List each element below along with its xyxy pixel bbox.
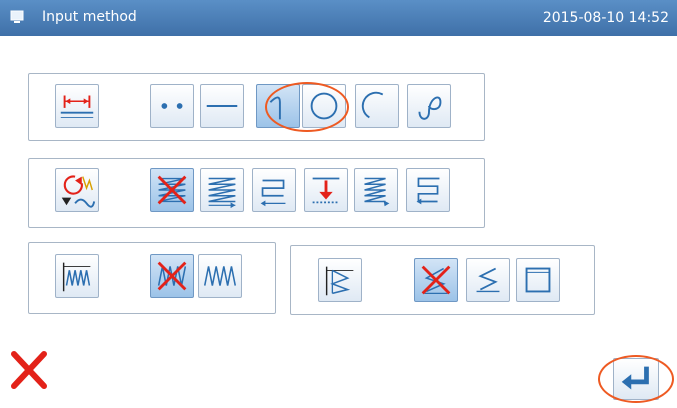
curve-arc-icon [361,91,384,119]
edge-option-none[interactable] [414,258,458,302]
shape-option-point[interactable] [150,84,194,128]
fill-option-down-arrow[interactable] [304,168,348,212]
zigzag-option-zigzag[interactable] [198,254,242,298]
return-fill-icon [416,177,440,205]
point-icon [161,103,183,109]
dimension-measure-icon [60,95,94,118]
cancel-button[interactable] [8,348,50,392]
edge-header-button[interactable] [318,258,362,302]
s-curve-icon [418,96,442,120]
shape-option-curve-arc[interactable] [355,84,399,128]
dimension-measure-button[interactable] [55,84,99,128]
edge-header-icon [325,266,354,296]
fill-option-none[interactable] [150,168,194,212]
no-zigzag-icon [157,261,187,291]
fill-option-diagonal[interactable] [354,168,398,212]
zigzag-header-button[interactable] [55,254,99,298]
shape-option-s-curve[interactable] [407,84,451,128]
edge-zigzag-icon [476,267,500,293]
diagonal-fill-icon [364,177,390,207]
edge-option-zigzag[interactable] [466,258,510,302]
highlight-ring-shape [265,82,349,132]
square-edge-icon [525,267,551,293]
fill-option-back[interactable] [252,168,296,212]
no-fill-icon [157,175,187,205]
down-arrow-fill-icon [312,177,340,204]
back-fill-icon [260,179,286,207]
fill-option-zigzag[interactable] [200,168,244,212]
zigzag-header-icon [62,262,91,292]
edge-option-square[interactable] [516,258,560,302]
window-title: Input method [42,9,137,25]
shape-option-line[interactable] [200,84,244,128]
no-edge-icon [421,265,451,295]
zigzag-option-none[interactable] [150,254,194,298]
title-bar: Input method 2015-08-10 14:52 [0,0,677,36]
datetime-display: 2015-08-10 14:52 [542,10,669,26]
zigzag-fill-icon [208,177,236,209]
close-icon [11,351,47,389]
fill-option-return[interactable] [406,168,450,212]
rotate-pattern-button[interactable] [55,168,99,212]
highlight-ring-confirm [598,355,674,403]
monitor-icon [10,10,24,23]
rotate-pattern-icon [61,175,96,208]
line-icon [206,105,238,107]
zigzag-icon [203,266,237,286]
